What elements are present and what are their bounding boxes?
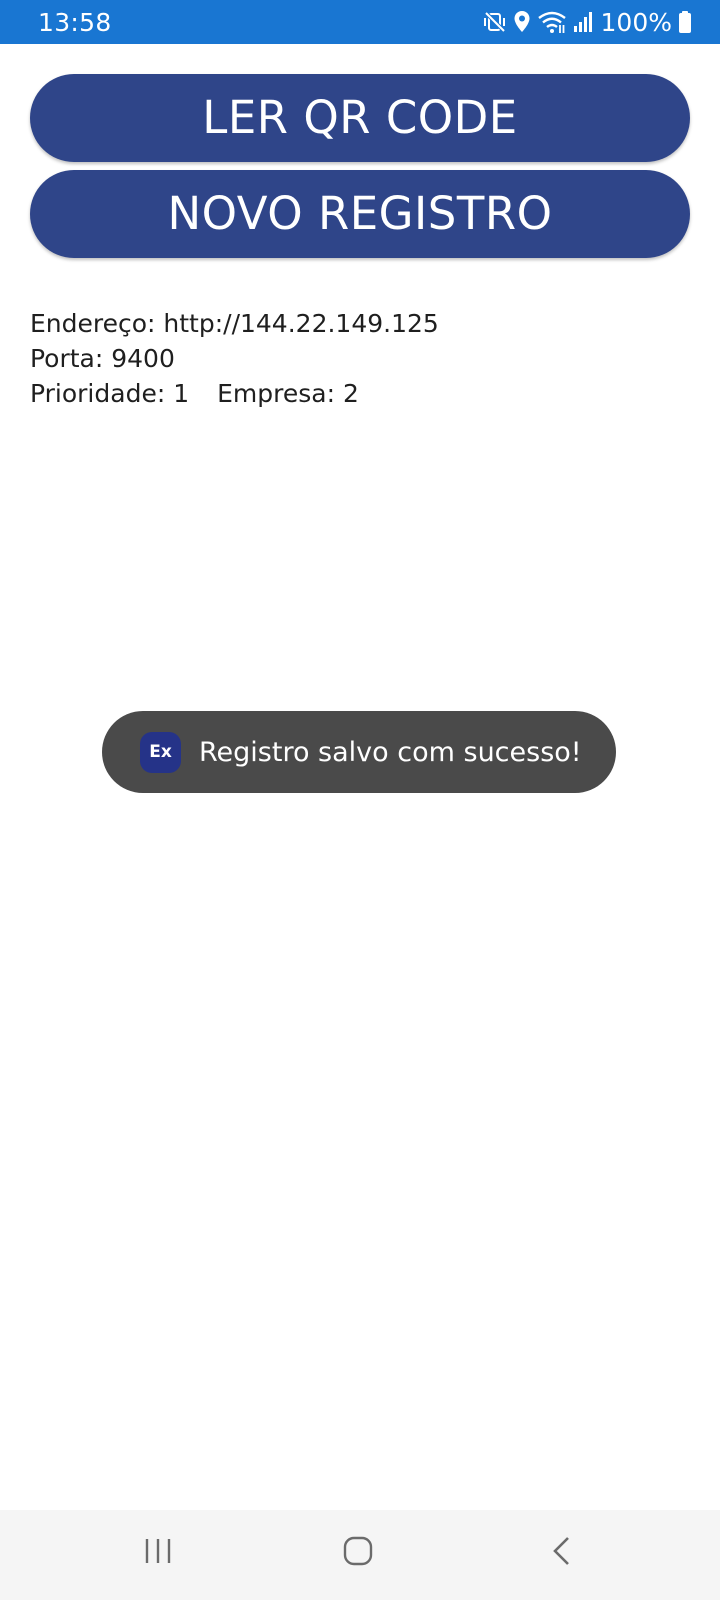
- wifi-icon: [537, 10, 567, 34]
- priority-text: Prioridade: 1: [30, 379, 190, 408]
- home-icon[interactable]: [343, 1536, 373, 1570]
- new-record-button[interactable]: NOVO REGISTRO: [30, 170, 690, 258]
- mute-vibrate-icon: [483, 10, 507, 34]
- recents-icon[interactable]: [143, 1536, 173, 1570]
- port-text: Porta: 9400: [30, 344, 175, 373]
- location-icon: [513, 10, 531, 34]
- signal-icon: [573, 10, 593, 34]
- navigation-bar: [0, 1510, 720, 1600]
- status-time: 13:58: [38, 8, 112, 37]
- toast-text: Registro salvo com sucesso!: [199, 736, 582, 768]
- battery-level: 100%: [600, 7, 672, 37]
- connection-info: Endereço: http://144.22.149.125 Porta: 9…: [30, 306, 439, 411]
- priority-company-line: Prioridade: 1 Empresa: 2: [30, 376, 439, 411]
- status-icons: 100%: [483, 7, 692, 37]
- company-text: Empresa: 2: [217, 379, 359, 408]
- status-bar: 13:58 100%: [0, 0, 720, 44]
- battery-icon: [678, 10, 692, 34]
- read-qr-code-button[interactable]: LER QR CODE: [30, 74, 690, 162]
- address-text: Endereço: http://144.22.149.125: [30, 309, 439, 338]
- app-icon: Ex: [140, 731, 181, 773]
- back-icon[interactable]: [548, 1536, 578, 1570]
- toast-message: Ex Registro salvo com sucesso!: [102, 711, 616, 793]
